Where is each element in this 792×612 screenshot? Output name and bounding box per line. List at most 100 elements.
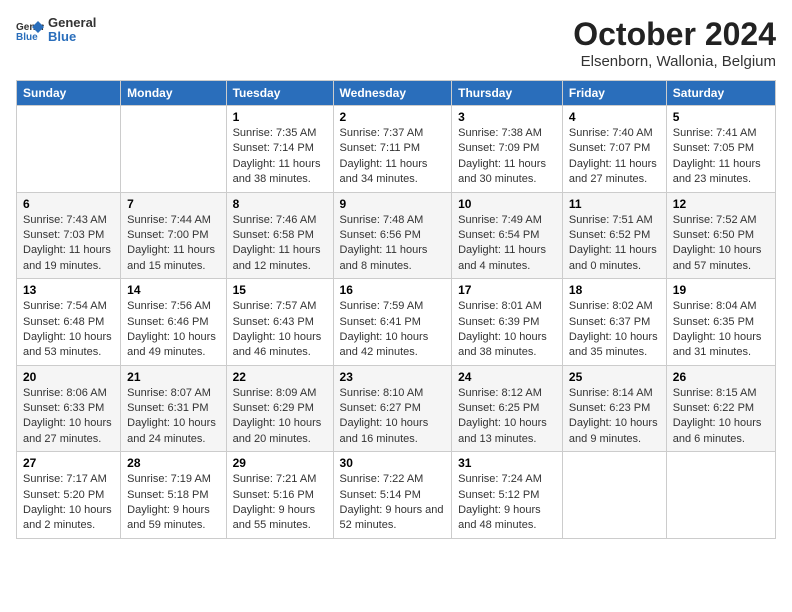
day-info: Sunrise: 7:19 AM Sunset: 5:18 PM Dayligh…: [127, 472, 219, 534]
day-info: Sunrise: 7:52 AM Sunset: 6:50 PM Dayligh…: [673, 213, 769, 275]
day-info: Sunrise: 7:56 AM Sunset: 6:46 PM Dayligh…: [127, 299, 219, 361]
calendar-week-row: 1 Sunrise: 7:35 AM Sunset: 7:14 PM Daylig…: [17, 106, 776, 193]
calendar-cell: 29Sunrise: 7:21 AM Sunset: 5:16 PM Dayli…: [226, 452, 333, 539]
calendar-cell: 15 Sunrise: 7:57 AM Sunset: 6:43 PM Dayli…: [226, 279, 333, 366]
calendar-cell: 30Sunrise: 7:22 AM Sunset: 5:14 PM Dayli…: [333, 452, 452, 539]
day-info: Sunrise: 8:14 AM Sunset: 6:23 PM Dayligh…: [569, 386, 660, 448]
day-number: 2: [340, 110, 446, 124]
calendar-cell: 8Sunrise: 7:46 AM Sunset: 6:58 PM Daylig…: [226, 192, 333, 279]
column-header-thursday: Thursday: [452, 81, 563, 106]
day-number: 6: [23, 197, 114, 211]
calendar-cell: 7Sunrise: 7:44 AM Sunset: 7:00 PM Daylig…: [121, 192, 226, 279]
day-info: Sunrise: 7:48 AM Sunset: 6:56 PM Dayligh…: [340, 213, 446, 275]
day-number: 12: [673, 197, 769, 211]
day-number: 17: [458, 283, 556, 297]
day-info: Sunrise: 8:06 AM Sunset: 6:33 PM Dayligh…: [23, 386, 114, 448]
day-info: Sunrise: 8:02 AM Sunset: 6:37 PM Dayligh…: [569, 299, 660, 361]
day-info: Sunrise: 7:44 AM Sunset: 7:00 PM Dayligh…: [127, 213, 219, 275]
day-number: 5: [673, 110, 769, 124]
column-header-saturday: Saturday: [666, 81, 775, 106]
day-number: 3: [458, 110, 556, 124]
calendar-title: October 2024: [573, 16, 776, 53]
calendar-cell: 6 Sunrise: 7:43 AM Sunset: 7:03 PM Daylig…: [17, 192, 121, 279]
day-info: Sunrise: 8:15 AM Sunset: 6:22 PM Dayligh…: [673, 386, 769, 448]
calendar-table: SundayMondayTuesdayWednesdayThursdayFrid…: [16, 80, 776, 539]
day-info: Sunrise: 8:01 AM Sunset: 6:39 PM Dayligh…: [458, 299, 556, 361]
day-info: Sunrise: 7:54 AM Sunset: 6:48 PM Dayligh…: [23, 299, 114, 361]
column-header-monday: Monday: [121, 81, 226, 106]
calendar-cell: 25Sunrise: 8:14 AM Sunset: 6:23 PM Dayli…: [562, 365, 666, 452]
calendar-cell: [666, 452, 775, 539]
day-info: Sunrise: 8:12 AM Sunset: 6:25 PM Dayligh…: [458, 386, 556, 448]
day-number: 1: [233, 110, 327, 124]
calendar-cell: 13 Sunrise: 7:54 AM Sunset: 6:48 PM Dayli…: [17, 279, 121, 366]
day-number: 10: [458, 197, 556, 211]
title-block: October 2024 Elsenborn, Wallonia, Belgiu…: [573, 16, 776, 70]
day-info: Sunrise: 7:51 AM Sunset: 6:52 PM Dayligh…: [569, 213, 660, 275]
calendar-cell: 26 Sunrise: 8:15 AM Sunset: 6:22 PM Dayli…: [666, 365, 775, 452]
day-number: 18: [569, 283, 660, 297]
day-number: 14: [127, 283, 219, 297]
calendar-cell: 21Sunrise: 8:07 AM Sunset: 6:31 PM Dayli…: [121, 365, 226, 452]
day-info: Sunrise: 8:10 AM Sunset: 6:27 PM Dayligh…: [340, 386, 446, 448]
calendar-cell: 27 Sunrise: 7:17 AM Sunset: 5:20 PM Dayli…: [17, 452, 121, 539]
column-header-tuesday: Tuesday: [226, 81, 333, 106]
day-info: Sunrise: 7:22 AM Sunset: 5:14 PM Dayligh…: [340, 472, 446, 534]
calendar-week-row: 27 Sunrise: 7:17 AM Sunset: 5:20 PM Dayli…: [17, 452, 776, 539]
day-info: Sunrise: 8:04 AM Sunset: 6:35 PM Dayligh…: [673, 299, 769, 361]
day-info: Sunrise: 7:59 AM Sunset: 6:41 PM Dayligh…: [340, 299, 446, 361]
day-number: 13: [23, 283, 114, 297]
day-info: Sunrise: 7:38 AM Sunset: 7:09 PM Dayligh…: [458, 126, 556, 188]
calendar-cell: 14 Sunrise: 7:56 AM Sunset: 6:46 PM Dayli…: [121, 279, 226, 366]
calendar-cell: 20 Sunrise: 8:06 AM Sunset: 6:33 PM Dayli…: [17, 365, 121, 452]
day-number: 26: [673, 370, 769, 384]
day-number: 24: [458, 370, 556, 384]
day-info: Sunrise: 7:49 AM Sunset: 6:54 PM Dayligh…: [458, 213, 556, 275]
day-info: Sunrise: 7:37 AM Sunset: 7:11 PM Dayligh…: [340, 126, 446, 188]
calendar-cell: 22 Sunrise: 8:09 AM Sunset: 6:29 PM Dayli…: [226, 365, 333, 452]
day-number: 21: [127, 370, 219, 384]
svg-text:Blue: Blue: [16, 32, 38, 41]
calendar-cell: 16 Sunrise: 7:59 AM Sunset: 6:41 PM Dayli…: [333, 279, 452, 366]
day-info: Sunrise: 7:43 AM Sunset: 7:03 PM Dayligh…: [23, 213, 114, 275]
day-number: 28: [127, 456, 219, 470]
day-number: 4: [569, 110, 660, 124]
calendar-cell: 1 Sunrise: 7:35 AM Sunset: 7:14 PM Daylig…: [226, 106, 333, 193]
day-number: 15: [233, 283, 327, 297]
calendar-cell: 2 Sunrise: 7:37 AM Sunset: 7:11 PM Daylig…: [333, 106, 452, 193]
calendar-cell: 24 Sunrise: 8:12 AM Sunset: 6:25 PM Dayli…: [452, 365, 563, 452]
calendar-cell: 28 Sunrise: 7:19 AM Sunset: 5:18 PM Dayli…: [121, 452, 226, 539]
day-number: 20: [23, 370, 114, 384]
calendar-cell: 23 Sunrise: 8:10 AM Sunset: 6:27 PM Dayli…: [333, 365, 452, 452]
day-info: Sunrise: 7:35 AM Sunset: 7:14 PM Dayligh…: [233, 126, 327, 188]
column-header-sunday: Sunday: [17, 81, 121, 106]
calendar-week-row: 6 Sunrise: 7:43 AM Sunset: 7:03 PM Daylig…: [17, 192, 776, 279]
calendar-cell: 12 Sunrise: 7:52 AM Sunset: 6:50 PM Dayli…: [666, 192, 775, 279]
day-info: Sunrise: 7:46 AM Sunset: 6:58 PM Dayligh…: [233, 213, 327, 275]
day-info: Sunrise: 7:40 AM Sunset: 7:07 PM Dayligh…: [569, 126, 660, 188]
day-number: 11: [569, 197, 660, 211]
day-info: Sunrise: 7:21 AM Sunset: 5:16 PM Dayligh…: [233, 472, 327, 534]
day-info: Sunrise: 7:57 AM Sunset: 6:43 PM Dayligh…: [233, 299, 327, 361]
calendar-cell: 10 Sunrise: 7:49 AM Sunset: 6:54 PM Dayli…: [452, 192, 563, 279]
day-number: 23: [340, 370, 446, 384]
page-header: General Blue General Blue October 2024 E…: [16, 16, 776, 70]
day-info: Sunrise: 7:24 AM Sunset: 5:12 PM Dayligh…: [458, 472, 556, 534]
day-info: Sunrise: 7:41 AM Sunset: 7:05 PM Dayligh…: [673, 126, 769, 188]
calendar-week-row: 13 Sunrise: 7:54 AM Sunset: 6:48 PM Dayli…: [17, 279, 776, 366]
calendar-cell: 4 Sunrise: 7:40 AM Sunset: 7:07 PM Daylig…: [562, 106, 666, 193]
calendar-cell: [562, 452, 666, 539]
calendar-cell: 9 Sunrise: 7:48 AM Sunset: 6:56 PM Daylig…: [333, 192, 452, 279]
day-number: 16: [340, 283, 446, 297]
day-number: 9: [340, 197, 446, 211]
logo-icon: General Blue: [16, 19, 44, 41]
calendar-header-row: SundayMondayTuesdayWednesdayThursdayFrid…: [17, 81, 776, 106]
day-info: Sunrise: 8:09 AM Sunset: 6:29 PM Dayligh…: [233, 386, 327, 448]
logo: General Blue General Blue: [16, 16, 96, 45]
calendar-cell: [121, 106, 226, 193]
day-number: 22: [233, 370, 327, 384]
calendar-subtitle: Elsenborn, Wallonia, Belgium: [573, 53, 776, 70]
day-number: 31: [458, 456, 556, 470]
day-number: 27: [23, 456, 114, 470]
day-info: Sunrise: 7:17 AM Sunset: 5:20 PM Dayligh…: [23, 472, 114, 534]
